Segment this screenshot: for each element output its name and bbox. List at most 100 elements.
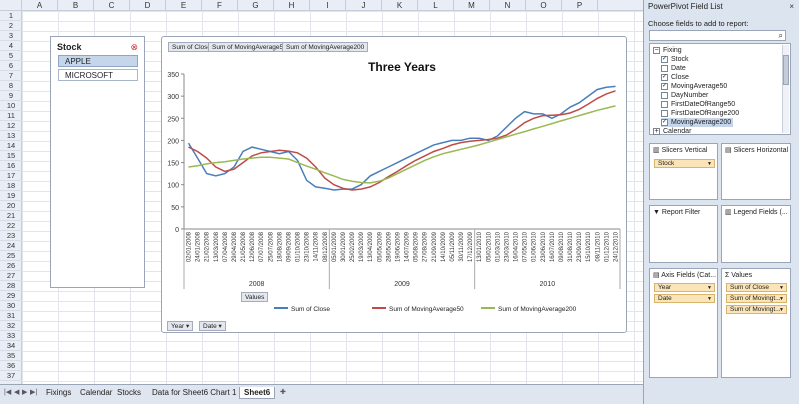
stock-slicer[interactable]: Stock ⊗ APPLE MICROSOFT <box>50 36 145 288</box>
row-header[interactable]: 13 <box>0 131 22 141</box>
column-header[interactable]: J <box>346 0 382 11</box>
slicer-vertical-chip-stock[interactable]: Stock ▼ <box>654 159 715 168</box>
field-button-sum-of-movingaverage50[interactable]: Sum of MovingAverage50 <box>208 42 291 52</box>
axis-chip-year[interactable]: Year ▼ <box>654 283 715 292</box>
row-header[interactable]: 29 <box>0 291 22 301</box>
scrollbar-thumb[interactable] <box>783 55 789 85</box>
column-header[interactable]: H <box>274 0 310 11</box>
row-header[interactable]: 16 <box>0 161 22 171</box>
field-checkbox[interactable]: ✓ <box>661 55 668 63</box>
field-list-scrollbar[interactable] <box>782 45 789 133</box>
first-sheet-icon[interactable]: |◀ <box>4 388 11 396</box>
values-chip-sum-of-close[interactable]: Sum of Close ▼ <box>726 283 787 292</box>
field-item[interactable]: ✓ Close <box>661 73 689 82</box>
row-header[interactable]: 36 <box>0 361 22 371</box>
column-header[interactable]: K <box>382 0 418 11</box>
column-header[interactable]: L <box>418 0 454 11</box>
field-item[interactable]: ✓ Stock <box>661 55 689 64</box>
legend-fields-area[interactable]: ▥ Legend Fields (... <box>721 205 791 263</box>
field-item[interactable]: FirstDateOfRange200 <box>661 109 739 118</box>
close-icon[interactable]: × <box>789 2 794 11</box>
row-header[interactable]: 30 <box>0 301 22 311</box>
field-checkbox[interactable] <box>661 100 668 108</box>
field-checkbox[interactable] <box>661 91 668 99</box>
field-item[interactable]: ✓ MovingAverage50 <box>661 82 727 91</box>
next-sheet-icon[interactable]: ▶ <box>22 388 27 396</box>
row-header[interactable]: 19 <box>0 191 22 201</box>
row-header[interactable]: 34 <box>0 341 22 351</box>
sheet-tab-stocks[interactable]: Stocks <box>113 387 145 399</box>
row-header[interactable]: 28 <box>0 281 22 291</box>
row-header[interactable]: 5 <box>0 51 22 61</box>
row-header[interactable]: 2 <box>0 21 22 31</box>
row-header[interactable]: 14 <box>0 141 22 151</box>
field-checkbox[interactable] <box>661 64 668 72</box>
row-header[interactable]: 8 <box>0 81 22 91</box>
select-all-corner[interactable] <box>0 0 22 11</box>
row-header[interactable]: 21 <box>0 211 22 221</box>
row-header[interactable]: 10 <box>0 101 22 111</box>
column-header[interactable]: M <box>454 0 490 11</box>
column-header[interactable]: N <box>490 0 526 11</box>
row-header[interactable]: 9 <box>0 91 22 101</box>
axis-field-button-date[interactable]: Date ▾ <box>199 321 226 331</box>
field-item[interactable]: FirstDateOfRange50 <box>661 100 735 109</box>
pivot-chart[interactable]: Three Years 0 50 100 150 200 250 300 350 02/01/20… <box>161 36 627 333</box>
row-header[interactable]: 32 <box>0 321 22 331</box>
field-checkbox[interactable] <box>661 109 668 117</box>
column-header[interactable]: G <box>238 0 274 11</box>
row-header[interactable]: 31 <box>0 311 22 321</box>
row-header[interactable]: 6 <box>0 61 22 71</box>
field-search-input[interactable]: ⌕ <box>649 30 786 41</box>
field-checkbox[interactable]: ✓ <box>661 118 668 126</box>
row-header[interactable]: 37 <box>0 371 22 381</box>
column-header[interactable]: E <box>166 0 202 11</box>
row-header[interactable]: 18 <box>0 181 22 191</box>
field-item[interactable]: ✓ MovingAverage200 <box>661 118 734 127</box>
row-header[interactable]: 26 <box>0 261 22 271</box>
values-area[interactable]: Σ Values Sum of Close ▼ Sum of Movingt...… <box>721 268 791 378</box>
field-table-item[interactable]: + Calendar <box>653 127 691 136</box>
row-header[interactable]: 24 <box>0 241 22 251</box>
row-header[interactable]: 33 <box>0 331 22 341</box>
field-checkbox[interactable]: ✓ <box>661 82 668 90</box>
column-header[interactable]: I <box>310 0 346 11</box>
sheet-tab-fixings[interactable]: Fixings <box>42 387 75 399</box>
last-sheet-icon[interactable]: ▶| <box>30 388 37 396</box>
column-header[interactable]: D <box>130 0 166 11</box>
row-header[interactable]: 7 <box>0 71 22 81</box>
field-table-item[interactable]: − Fixing <box>653 46 682 55</box>
column-header[interactable]: F <box>202 0 238 11</box>
sheet-tab-data-for-sheet6-chart-1[interactable]: Data for Sheet6 Chart 1 <box>148 387 241 399</box>
axis-field-button-year[interactable]: Year ▾ <box>167 321 194 331</box>
collapse-icon[interactable]: − <box>653 46 660 54</box>
row-header[interactable]: 22 <box>0 221 22 231</box>
values-chip-sum-of-movingaverage200[interactable]: Sum of Movingt... ▼ <box>726 305 787 314</box>
row-header[interactable]: 27 <box>0 271 22 281</box>
slicers-horizontal-area[interactable]: ▤ Slicers Horizontal <box>721 143 791 200</box>
row-header[interactable]: 17 <box>0 171 22 181</box>
sheet-tab-calendar[interactable]: Calendar <box>76 387 116 399</box>
field-item[interactable]: Date <box>661 64 686 73</box>
column-header[interactable]: B <box>58 0 94 11</box>
row-header[interactable]: 25 <box>0 251 22 261</box>
axis-fields-area[interactable]: ▤ Axis Fields (Cat... Year ▼ Date ▼ <box>649 268 718 378</box>
axis-chip-date[interactable]: Date ▼ <box>654 294 715 303</box>
slicers-vertical-area[interactable]: ▥ Slicers Vertical Stock ▼ <box>649 143 718 200</box>
report-filter-area[interactable]: ▼ Report Filter <box>649 205 718 263</box>
spreadsheet-area[interactable]: ABCDEFGHIJKLMNOP 1 2 3 4 5 6 7 8 9 10 11 12 13 14 15 16… <box>0 0 643 404</box>
clear-filter-icon[interactable]: ⊗ <box>130 42 138 53</box>
row-header[interactable]: 11 <box>0 111 22 121</box>
row-header[interactable]: 20 <box>0 201 22 211</box>
insert-sheet-icon[interactable]: ✚ <box>280 388 286 396</box>
slicer-item-microsoft[interactable]: MICROSOFT <box>58 69 138 81</box>
column-header[interactable]: A <box>22 0 58 11</box>
column-header[interactable]: C <box>94 0 130 11</box>
slicer-item-apple[interactable]: APPLE <box>58 55 138 67</box>
row-header[interactable]: 1 <box>0 11 22 21</box>
search-icon[interactable]: ⌕ <box>779 31 783 41</box>
values-field-button[interactable]: Values <box>241 292 269 302</box>
row-header[interactable]: 35 <box>0 351 22 361</box>
row-header[interactable]: 15 <box>0 151 22 161</box>
column-header[interactable]: P <box>562 0 598 11</box>
